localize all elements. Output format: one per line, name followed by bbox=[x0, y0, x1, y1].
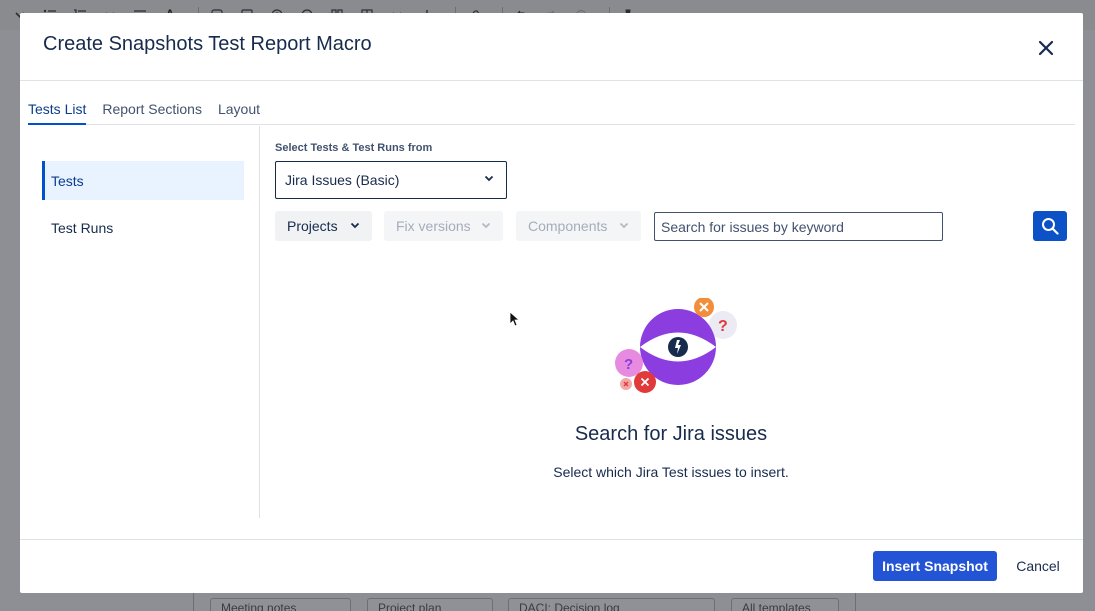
keyword-search-input[interactable] bbox=[654, 212, 943, 241]
components-filter[interactable]: Components bbox=[516, 211, 641, 241]
fix-versions-filter[interactable]: Fix versions bbox=[384, 211, 503, 241]
macro-dialog: Create Snapshots Test Report Macro Tests… bbox=[20, 13, 1083, 593]
chevron-down-icon bbox=[484, 175, 494, 182]
search-eye-illustration: ? ? bbox=[615, 298, 737, 393]
svg-text:?: ? bbox=[624, 356, 633, 373]
source-select-label: Select Tests & Test Runs from bbox=[275, 142, 433, 154]
source-select-value: Jira Issues (Basic) bbox=[285, 172, 400, 188]
tab-label: Layout bbox=[217, 101, 261, 117]
mouse-cursor-icon bbox=[509, 311, 519, 327]
tab-tests-list[interactable]: Tests List bbox=[28, 97, 87, 125]
svg-text:?: ? bbox=[718, 318, 728, 335]
projects-filter[interactable]: Projects bbox=[275, 211, 372, 241]
template-chip[interactable]: All templates bbox=[731, 598, 839, 611]
empty-state-description: Select which Jira Test issues to insert. bbox=[553, 464, 789, 480]
tab-label: Report Sections bbox=[102, 101, 202, 117]
chevron-down-icon bbox=[619, 222, 629, 229]
template-chip[interactable]: DACI: Decision log bbox=[508, 598, 715, 611]
template-chip[interactable]: Meeting notes bbox=[210, 598, 351, 611]
page-divider bbox=[855, 590, 856, 611]
tab-layout[interactable]: Layout bbox=[218, 97, 260, 125]
dialog-title: Create Snapshots Test Report Macro bbox=[43, 33, 372, 55]
chevron-down-icon bbox=[350, 222, 360, 229]
cancel-button[interactable]: Cancel bbox=[1006, 551, 1070, 581]
fix-versions-filter-label: Fix versions bbox=[396, 218, 471, 234]
close-icon bbox=[1038, 40, 1054, 56]
close-button[interactable] bbox=[1035, 37, 1057, 59]
tab-label: Tests List bbox=[28, 101, 87, 117]
page-divider bbox=[193, 590, 194, 611]
template-chip[interactable]: Project plan bbox=[367, 598, 493, 611]
empty-state-title: Search for Jira issues bbox=[574, 423, 768, 445]
dialog-header: Create Snapshots Test Report Macro bbox=[20, 13, 1083, 81]
nav-item-label: Test Runs bbox=[51, 220, 114, 236]
nav-item-test-runs[interactable]: Test Runs bbox=[42, 208, 244, 247]
source-select[interactable]: Jira Issues (Basic) bbox=[275, 161, 507, 199]
projects-filter-label: Projects bbox=[287, 218, 338, 234]
chevron-down-icon bbox=[481, 222, 491, 229]
insert-snapshot-button[interactable]: Insert Snapshot bbox=[873, 551, 997, 581]
search-icon bbox=[1042, 218, 1059, 235]
tab-report-sections[interactable]: Report Sections bbox=[102, 97, 202, 125]
left-nav: Tests Test Runs bbox=[20, 126, 260, 518]
nav-item-label: Tests bbox=[51, 173, 84, 189]
nav-item-tests[interactable]: Tests bbox=[42, 161, 244, 200]
search-button[interactable] bbox=[1033, 211, 1067, 241]
dialog-tabs: Tests List Report Sections Layout bbox=[28, 97, 1075, 125]
dialog-footer: Insert Snapshot Cancel bbox=[20, 539, 1083, 593]
components-filter-label: Components bbox=[528, 218, 608, 234]
